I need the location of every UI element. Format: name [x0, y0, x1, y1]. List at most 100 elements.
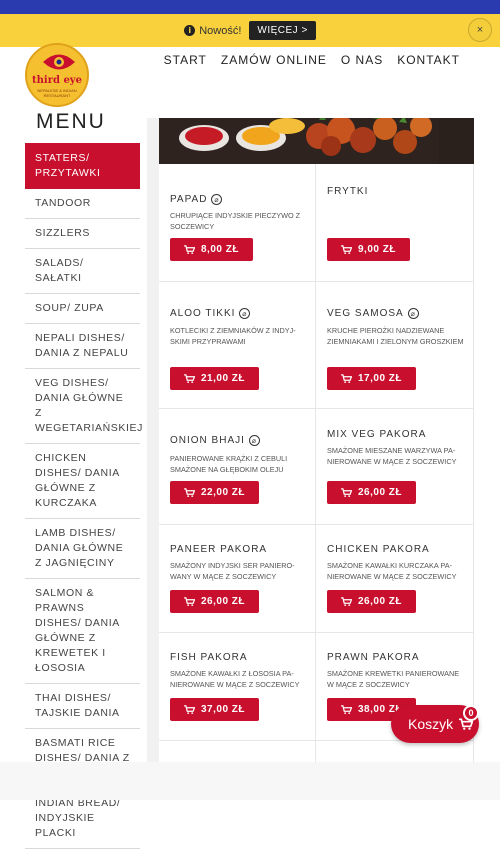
item-price: 22,00 ZŁ: [201, 487, 246, 498]
food-illustration: [159, 118, 474, 164]
category-salmon-prawns[interactable]: SALMON & PRAWNS DISHES/ DANIA GŁÓWNE Z K…: [25, 579, 140, 684]
category-nepali[interactable]: NEPALI DISHES/ DANIA Z NEPALU: [25, 324, 140, 369]
top-strip: [0, 0, 500, 14]
item-name-row: MIX VEG PAKORA: [327, 429, 426, 440]
category-salads[interactable]: SALADS/ SAŁATKI: [25, 249, 140, 294]
nav-contact[interactable]: KONTAKT: [397, 53, 460, 67]
item-description: SMAŻONE KAWAŁKI Z ŁOSOSIA PA-NIEROWANE W…: [170, 669, 300, 689]
item-description: SMAŻONE MIESZANE WARZYWA PA-NIEROWANE W …: [327, 446, 457, 466]
item-name-row: VEG SAMOSA ⌀: [327, 308, 419, 319]
cart-icon: [184, 705, 195, 714]
basket-button[interactable]: Koszyk 0: [391, 705, 479, 743]
item-description: SMAŻONE KAWAŁKI KURCZAKA PA-NIEROWANE W …: [327, 561, 457, 581]
item-name-row: PANEER PAKORA: [170, 544, 267, 555]
notice-bar: i Nowość! WIĘCEJ > ×: [0, 14, 500, 47]
cart-icon: [184, 245, 195, 254]
item-description: KRUCHE PIEROŻKI NADZIEWANE ZIEMNIAKAMI I…: [327, 326, 464, 346]
item-description: SMAŻONY INDYJSKI SER PANIERO-WANY W MĄCE…: [170, 561, 295, 581]
item-description: KOTLECIKI Z ZIEMNIAKÓW Z INDYJ-SKIMI PRZ…: [170, 326, 296, 346]
menu-item-card: ALOO TIKKI ⌀ KOTLECIKI Z ZIEMNIAKÓW Z IN…: [159, 282, 316, 409]
item-name: VEG SAMOSA: [327, 308, 404, 319]
category-chicken[interactable]: CHICKEN DISHES/ DANIA GŁÓWNE Z KURCZAKA: [25, 444, 140, 519]
item-name-row: FISH PAKORA: [170, 652, 248, 663]
item-name-row: PRAWN PAKORA: [327, 652, 420, 663]
logo-name: third eye: [32, 75, 82, 86]
item-name: ALOO TIKKI: [170, 308, 236, 319]
item-price: 17,00 ZŁ: [358, 373, 403, 384]
add-to-cart-button[interactable]: 37,00 ZŁ: [170, 698, 260, 721]
item-name-row: CHICKEN PAKORA: [327, 544, 430, 555]
vegetarian-leaf-icon: ⌀: [239, 308, 251, 319]
cart-icon: [341, 597, 352, 606]
menu-item-card: [316, 741, 474, 762]
basket-label: Koszyk: [408, 716, 454, 732]
menu-item-card: FRYTKI 9,00 ZŁ: [316, 164, 474, 282]
nav-about[interactable]: O NAS: [341, 53, 383, 67]
cart-icon: [341, 488, 352, 497]
category-starters[interactable]: STATERS/ PRZYTAWKI: [25, 143, 140, 189]
add-to-cart-button[interactable]: 26,00 ZŁ: [170, 590, 260, 613]
info-icon: i: [184, 25, 196, 36]
menu-item-card: FISH PAKORA SMAŻONE KAWAŁKI Z ŁOSOSIA PA…: [159, 633, 316, 741]
item-price: 26,00 ZŁ: [201, 596, 246, 607]
category-soup[interactable]: SOUP/ ZUPA: [25, 294, 140, 324]
item-name-row: PAPAD ⌀: [170, 194, 223, 205]
item-name-row: ALOO TIKKI ⌀: [170, 308, 251, 319]
item-description: CHRUPIĄCE INDYJSKIE PIECZYWO Z SOCZEWICY: [170, 211, 301, 231]
item-price: 21,00 ZŁ: [201, 373, 246, 384]
notice-text: Nowość!: [199, 24, 242, 37]
item-price: 37,00 ZŁ: [201, 704, 246, 715]
logo[interactable]: third eye NEPALESE & INDIAN RESTAURANT: [25, 43, 89, 107]
cart-icon: [184, 374, 195, 383]
vegetarian-leaf-icon: ⌀: [211, 194, 223, 205]
item-name: ONION BHAJI: [170, 435, 245, 446]
item-name: PRAWN PAKORA: [327, 652, 420, 663]
cart-icon: [341, 245, 352, 254]
cart-icon: [184, 488, 195, 497]
add-to-cart-button[interactable]: 8,00 ZŁ: [170, 238, 253, 261]
menu-item-card: CHICKEN PAKORA SMAŻONE KAWAŁKI KURCZAKA …: [316, 525, 474, 633]
menu-item-card: MIX VEG PAKORA SMAŻONE MIESZANE WARZYWA …: [316, 409, 474, 525]
hero-food-image: [159, 118, 474, 164]
category-tandoor[interactable]: TANDOOR: [25, 189, 140, 219]
item-name: FISH PAKORA: [170, 652, 248, 663]
cart-icon: [341, 374, 352, 383]
item-description: SMAŻONE KREWETKI PANIEROWANE W MĄCE Z SO…: [327, 669, 460, 689]
item-name-row: FRYTKI: [327, 186, 368, 197]
more-button[interactable]: WIĘCEJ >: [249, 21, 316, 40]
menu-item-card: VEG SAMOSA ⌀ KRUCHE PIEROŻKI NADZIEWANE …: [316, 282, 474, 409]
item-price: 8,00 ZŁ: [201, 244, 239, 255]
item-name-row: ONION BHAJI ⌀: [170, 435, 260, 446]
item-description: PANIEROWANE KRĄŻKI Z CEBULI SMAŻONE NA G…: [170, 454, 288, 474]
main-nav: START ZAMÓW ONLINE O NAS KONTAKT: [164, 53, 460, 67]
item-name: FRYTKI: [327, 186, 369, 197]
item-name: MIX VEG PAKORA: [327, 429, 427, 440]
category-veg[interactable]: VEG DISHES/ DANIA GŁÓWNE Z WEGETARIAŃSKI…: [25, 369, 142, 444]
item-name: PANEER PAKORA: [170, 544, 268, 555]
nav-order-online[interactable]: ZAMÓW ONLINE: [221, 53, 327, 67]
header: third eye NEPALESE & INDIAN RESTAURANT S…: [0, 43, 500, 107]
add-to-cart-button[interactable]: 26,00 ZŁ: [327, 590, 417, 613]
add-to-cart-button[interactable]: 22,00 ZŁ: [170, 481, 260, 504]
menu-item-card: PAPAD ⌀ CHRUPIĄCE INDYJSKIE PIECZYWO Z S…: [159, 164, 316, 282]
category-thai[interactable]: THAI DISHES/ TAJSKIE DANIA: [25, 684, 140, 729]
category-sidebar: STATERS/ PRZYTAWKI TANDOOR SIZZLERS SALA…: [25, 143, 142, 849]
category-sizzlers[interactable]: SIZZLERS: [25, 219, 140, 249]
close-notice-button[interactable]: ×: [468, 18, 492, 42]
add-to-cart-button[interactable]: 26,00 ZŁ: [327, 481, 417, 504]
page-footer-strip: [0, 762, 500, 800]
category-lamb[interactable]: LAMB DISHES/ DANIA GŁÓWNE Z JAGNIĘCINY: [25, 519, 140, 579]
item-name: CHICKEN PAKORA: [327, 544, 430, 555]
logo-subtitle: NEPALESE & INDIAN RESTAURANT: [37, 88, 77, 98]
add-to-cart-button[interactable]: 21,00 ZŁ: [170, 367, 260, 390]
item-price: 9,00 ZŁ: [358, 244, 396, 255]
nav-start[interactable]: START: [164, 53, 207, 67]
add-to-cart-button[interactable]: 9,00 ZŁ: [327, 238, 410, 261]
cart-icon: [341, 705, 352, 714]
item-price: 26,00 ZŁ: [358, 596, 403, 607]
menu-item-card: [159, 741, 316, 762]
menu-item-card: ONION BHAJI ⌀ PANIEROWANE KRĄŻKI Z CEBUL…: [159, 409, 316, 525]
vegetarian-leaf-icon: ⌀: [248, 435, 260, 446]
menu-title: MENU: [36, 110, 106, 133]
add-to-cart-button[interactable]: 17,00 ZŁ: [327, 367, 417, 390]
